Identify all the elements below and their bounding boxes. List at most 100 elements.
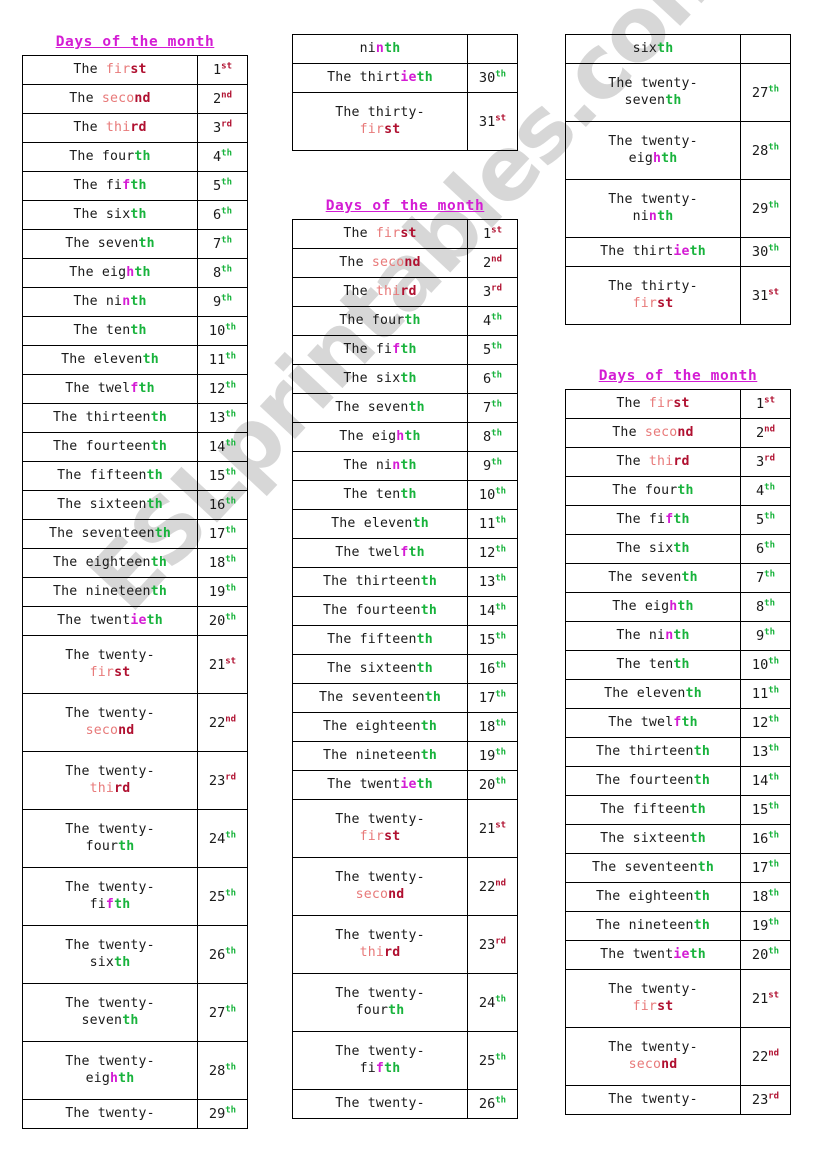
table-row: The twelfth 12th: [565, 708, 791, 738]
ordinal-number: 5: [212, 178, 222, 194]
ordinal-word-cell: The first: [22, 55, 198, 85]
ordinal-suffix: th: [665, 92, 682, 108]
ordinal-word-cell: The seventeenth: [565, 853, 741, 883]
ordinal-suffix: th: [424, 689, 442, 705]
ordinal-number-cell: 8th: [197, 258, 248, 288]
ordinal-suffix: th: [404, 312, 421, 328]
ordinal-number-suffix: th: [495, 573, 507, 584]
ordinal-suffix: th: [657, 40, 674, 56]
ordinal-number-suffix: th: [495, 1052, 507, 1063]
days-of-month-table: sixth The twenty-seventh 27th The twenty-ei…: [565, 34, 791, 325]
ordinal-number: 23: [478, 936, 496, 953]
word-article: The: [57, 496, 90, 512]
word-line-1: The twenty-: [608, 75, 698, 91]
ordinal-number-cell: 13th: [197, 403, 248, 433]
word-stem: sixteen: [632, 830, 690, 846]
ordinal-number-suffix: th: [768, 772, 780, 783]
table-row: The twenty-first 21st: [292, 799, 518, 858]
ordinal-number-suffix: th: [768, 243, 780, 254]
ordinal-number: 23: [751, 1092, 769, 1108]
word-stem: fir: [359, 121, 385, 137]
ordinal-suffix: th: [130, 322, 147, 338]
table-row: ninth: [292, 34, 518, 64]
ordinal-suffix: st: [384, 121, 401, 137]
ordinal-number-cell: 2nd: [467, 248, 518, 278]
ordinal-number: 6: [212, 207, 222, 223]
ordinal-number: 6: [755, 541, 765, 557]
ordinal-number: 4: [482, 313, 492, 329]
ordinal-number: 3: [755, 454, 765, 470]
word-stem: seven: [97, 235, 139, 251]
ordinal-number-suffix: th: [764, 540, 776, 551]
ordinal-number-cell: 16th: [740, 824, 791, 854]
word-article: The: [69, 148, 102, 164]
word-line-2: third: [293, 945, 467, 962]
ordinal-word-cell: The eleventh: [292, 509, 468, 539]
ordinal-word-cell: The twentieth: [292, 770, 468, 800]
word-article: The: [604, 685, 637, 701]
word-stem: six: [375, 370, 401, 386]
table-row: The eighth 8th: [22, 258, 248, 288]
ordinal-number-cell: 14th: [197, 432, 248, 462]
ordinal-word-cell: The twenty-: [565, 1085, 741, 1115]
table-row: The twenty-fifth 25th: [22, 867, 248, 926]
ordinal-number: 22: [751, 1048, 769, 1065]
ordinal-number: 16: [478, 661, 496, 677]
ordinal-number-cell: 8th: [740, 592, 791, 622]
ordinal-number-suffix: th: [768, 743, 780, 754]
table-row: The thirteenth 13th: [565, 737, 791, 767]
word-stem: fi: [648, 511, 666, 527]
word-line-2: first: [23, 665, 197, 682]
ordinal-word-cell: The sixth: [292, 364, 468, 394]
ordinal-number-suffix: th: [225, 467, 237, 478]
ordinal-number: 25: [208, 888, 226, 905]
word-stem: nineteen: [628, 917, 694, 933]
word-stem: fir: [632, 998, 658, 1014]
ordinal-number: 6: [482, 371, 492, 387]
ordinal-suffix: th: [138, 380, 155, 396]
ordinal-number: 8: [212, 265, 222, 281]
ordinal-number: 10: [478, 487, 496, 503]
ordinal-number: 20: [208, 613, 226, 629]
ordinal-number-suffix: th: [491, 428, 503, 439]
word-article: The: [600, 946, 633, 962]
ordinal-word-cell: The twenty-first: [565, 969, 741, 1028]
ordinal-word-cell: The tenth: [22, 316, 198, 346]
word-stem: thi: [359, 944, 385, 960]
ordinal-number-suffix: th: [764, 569, 776, 580]
word-article: The: [73, 177, 106, 193]
word-line-1: The twenty-: [65, 879, 155, 895]
word-stem: eighteen: [628, 888, 694, 904]
word-article: The: [318, 689, 352, 705]
ordinal-suffix: th: [400, 370, 417, 386]
table-row: The twenty-fourth 24th: [22, 809, 248, 868]
ordinal-word-cell: The thirty-first: [292, 92, 468, 151]
table-row: The third 3rd: [565, 447, 791, 477]
ordinal-number-cell: [467, 34, 518, 64]
ordinal-number-suffix: th: [225, 351, 237, 362]
ordinal-number: 15: [208, 468, 226, 484]
ordinal-number: 11: [208, 352, 226, 368]
word-stem: ni: [375, 457, 393, 473]
word-line-1: The thirty-: [608, 278, 698, 294]
ordinal-suffix: st: [657, 295, 674, 311]
ordinal-word-cell: The twenty-: [22, 1099, 198, 1129]
word-stem: seven: [81, 1012, 123, 1028]
word-article: The: [48, 525, 82, 541]
ordinal-word-cell: The eighth: [22, 258, 198, 288]
ordinal-number-cell: 9th: [740, 621, 791, 651]
ordinal-number-suffix: th: [491, 312, 503, 323]
table-row: The sixth 6th: [565, 534, 791, 564]
ordinal-number-cell: 24th: [197, 809, 248, 868]
table-row: The seventh 7th: [292, 393, 518, 423]
ordinal-suffix: th: [693, 917, 710, 933]
ordinal-word-cell: The fourteenth: [22, 432, 198, 462]
word-stem: twent: [632, 946, 674, 962]
ordinal-number-cell: 21st: [467, 799, 518, 858]
ordinal-word-cell: The fifteenth: [22, 461, 198, 491]
word-article: The: [57, 612, 90, 628]
word-article: The: [596, 743, 629, 759]
ordinal-number-cell: 26th: [467, 1089, 518, 1119]
ordinal-number: 25: [478, 1052, 496, 1069]
ordinal-suffix: th: [689, 801, 706, 817]
